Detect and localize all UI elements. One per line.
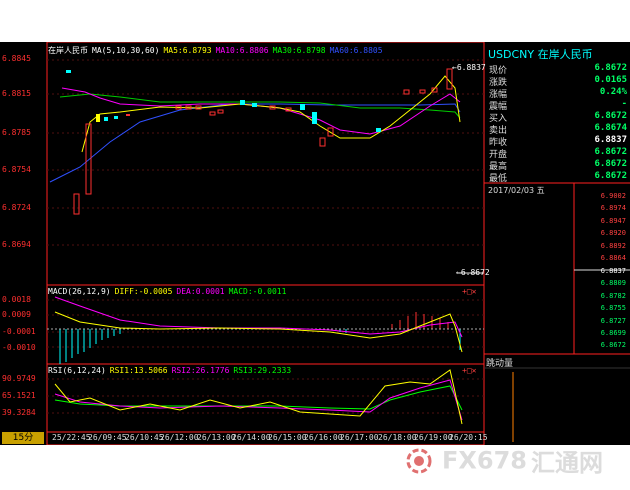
quote-value: 6.8672 (594, 63, 627, 73)
quote-label: 最低 (489, 174, 508, 184)
ma5-value: MA5:6.8793 (163, 46, 212, 55)
quote-value: 0.0165 (594, 75, 627, 85)
watermark: FX678 汇通网 (402, 443, 603, 478)
tick-scale-label: 6.8892 (600, 242, 626, 250)
tick-scale-label: 6.8699 (600, 329, 626, 337)
rsi3-line (54, 385, 463, 411)
rsi-panel-controls[interactable]: +□✕ (462, 366, 476, 375)
macd-dea: DEA:0.0001 (176, 287, 225, 296)
rsi-y-label: 90.9749 (2, 374, 36, 383)
time-label: 26/16:00 (304, 433, 343, 442)
y-label: 6.8694 (2, 240, 31, 249)
tick-date: 2017/02/03 五 (488, 186, 545, 195)
quote-row: 昨收 6.8837 (487, 135, 627, 148)
time-label: 26/17:00 (340, 433, 379, 442)
macd-panel-controls[interactable]: +□✕ (462, 287, 476, 296)
time-label: 26/13:00 (197, 433, 236, 442)
quote-value: 6.8672 (594, 147, 627, 157)
high-price-marker: ←6.8837 (452, 63, 486, 72)
y-label: 6.8815 (2, 89, 31, 98)
y-label: 6.8754 (2, 165, 31, 174)
rsi2-value: RSI2:26.1776 (171, 366, 230, 375)
y-label: 6.8785 (2, 128, 31, 137)
watermark-cn: 汇通网 (531, 449, 603, 477)
volume-label: 跳动量 (486, 359, 514, 369)
watermark-brand: FX678 (442, 446, 527, 475)
rsi1-value: RSI1:13.5066 (109, 366, 168, 375)
time-label: 26/09:45 (88, 433, 127, 442)
y-label: 6.8724 (2, 203, 31, 212)
tick-scale-label: 6.8974 (600, 204, 626, 212)
quote-row: 开盘 6.8672 (487, 147, 627, 160)
time-label: 26/20:15 (449, 433, 488, 442)
tick-scale-label: 6.8837 (600, 267, 626, 275)
low-price-marker: ←6.8672 (456, 268, 490, 277)
time-label: 26/14:00 (232, 433, 271, 442)
time-label: 26/10:45 (125, 433, 164, 442)
rsi3-value: RSI3:29.2333 (233, 366, 292, 375)
quote-row: 卖出 6.8674 (487, 123, 627, 136)
time-label: 26/18:00 (378, 433, 417, 442)
instrument-title: 在岸人民币 (48, 46, 88, 55)
period-button[interactable]: 15分 (2, 432, 44, 444)
time-label: 26/12:00 (160, 433, 199, 442)
ma60-value: MA60:6.8805 (329, 46, 383, 55)
y-label: 6.8845 (2, 54, 31, 63)
macd-y-label: -0.0010 (2, 343, 36, 352)
tick-scale-label: 6.8672 (600, 341, 626, 349)
quote-row: 现价 6.8672 (487, 63, 627, 76)
rsi2-line (54, 379, 463, 421)
time-label: 26/19:00 (414, 433, 453, 442)
tick-scale-label: 6.8947 (600, 217, 626, 225)
tick-scale-label: 6.8864 (600, 254, 626, 262)
quote-row: 涨幅 0.24% (487, 87, 627, 100)
macd-diff: DIFF:-0.0005 (114, 287, 173, 296)
quote-symbol: USDCNY 在岸人民币 (488, 48, 593, 61)
tick-scale-label: 6.8755 (600, 304, 626, 312)
ma-params: MA(5,10,30,60) (92, 46, 160, 55)
macd-value: MACD:-0.0011 (228, 287, 287, 296)
macd-title: MACD(26,12,9) (48, 287, 111, 296)
rsi-title: RSI(6,12,24) (48, 366, 106, 375)
tick-scale-label: 6.8727 (600, 317, 626, 325)
macd-legend: MACD(26,12,9) DIFF:-0.0005 DEA:0.0001 MACD:… (48, 287, 290, 296)
quote-row: 震幅 - (487, 99, 627, 112)
quote-row: 最低 6.8672 (487, 171, 627, 184)
quote-value: 6.8674 (594, 123, 627, 133)
rsi-y-label: 65.1521 (2, 391, 36, 400)
tick-scale-label: 6.8782 (600, 292, 626, 300)
time-label: 25/22:45 (52, 433, 91, 442)
rsi-legend: RSI(6,12,24) RSI1:13.5066 RSI2:26.1776 RSI3… (48, 366, 295, 375)
rsi-y-label: 39.3284 (2, 408, 36, 417)
macd-y-label: -0.0001 (2, 327, 36, 336)
quote-value: 6.8672 (594, 171, 627, 181)
ma30-value: MA30:6.8798 (272, 46, 326, 55)
quote-value: 0.24% (599, 87, 627, 97)
tick-scale-label: 6.9002 (600, 192, 626, 200)
quote-row: 买入 6.8672 (487, 111, 627, 124)
quote-value: 6.8837 (594, 135, 627, 145)
quote-row: 涨跌 0.0165 (487, 75, 627, 88)
trading-terminal: 在岸人民币 MA(5,10,30,60) MA5:6.8793 MA10:6.8806… (0, 42, 630, 445)
tick-scale-label: 6.8920 (600, 229, 626, 237)
tick-scale-label: 6.8809 (600, 279, 626, 287)
quote-value: - (621, 99, 627, 109)
ma10-value: MA10:6.8806 (215, 46, 269, 55)
macd-y-label: 0.0009 (2, 310, 31, 319)
quote-row: 最高 6.8672 (487, 159, 627, 172)
macd-y-label: 0.0018 (2, 295, 31, 304)
fx678-logo-icon (406, 448, 432, 473)
main-legend: 在岸人民币 MA(5,10,30,60) MA5:6.8793 MA10:6.8806… (48, 45, 387, 56)
quote-value: 6.8672 (594, 159, 627, 169)
time-label: 26/15:00 (268, 433, 307, 442)
quote-value: 6.8672 (594, 111, 627, 121)
